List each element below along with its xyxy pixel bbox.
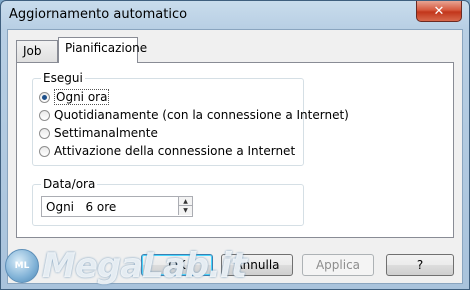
radio-label: Settimanalmente [54,126,158,140]
esegui-legend: Esegui [41,71,85,85]
window-title: Aggiornamento automatico [9,7,188,22]
radio-label: Quotidianamente (con la connessione a In… [54,108,349,122]
radio-attivazione-connessione[interactable]: Attivazione della connessione a Internet [39,143,295,159]
spin-down-button[interactable]: ▼ [178,206,192,215]
radio-quotidianamente[interactable]: Quotidianamente (con la connessione a In… [39,107,349,123]
radio-label: Attivazione della connessione a Internet [54,144,296,158]
apply-button[interactable]: Applica [302,254,374,276]
dataora-group: Data/ora Ogni 6 ore ▲ ▼ [32,177,304,226]
title-bar[interactable]: Aggiornamento automatico ✕ [1,1,469,29]
tab-pianificazione-label: Pianificazione [65,41,148,55]
chevron-up-icon: ▲ [183,197,188,205]
radio-button-checked[interactable] [39,91,50,103]
dialog-window: Aggiornamento automatico ✕ Job Pianifica… [0,0,470,290]
close-button[interactable]: ✕ [416,1,462,22]
megalab-logo-icon: ML [5,249,39,283]
help-button[interactable]: ? [386,254,454,276]
close-icon: ✕ [433,3,445,19]
radio-button[interactable] [39,127,50,139]
tab-pianificazione[interactable]: Pianificazione [58,37,147,63]
spin-up-button[interactable]: ▲ [178,197,192,206]
esegui-group: Esegui Ogni ora Quotidianamente (con la … [32,71,349,166]
watermark-text: MegaLab.it [42,246,247,286]
radio-button[interactable] [39,145,50,157]
radio-settimanalmente[interactable]: Settimanalmente [39,125,158,141]
interval-value[interactable]: Ogni 6 ore [46,200,116,214]
dataora-legend: Data/ora [41,177,98,191]
spinner-buttons: ▲ ▼ [178,197,192,216]
tab-job[interactable]: Job [16,40,58,62]
tab-panel: Esegui Ogni ora Quotidianamente (con la … [16,62,454,238]
radio-label: Ogni ora [54,89,110,105]
interval-spinner[interactable]: Ogni 6 ore ▲ ▼ [41,196,193,217]
tab-job-label: Job [23,44,42,58]
chevron-down-icon: ▼ [183,207,188,214]
megalab-watermark: ML MegaLab.it [5,245,247,287]
radio-ogni-ora[interactable]: Ogni ora [39,89,110,105]
radio-button[interactable] [39,109,50,121]
